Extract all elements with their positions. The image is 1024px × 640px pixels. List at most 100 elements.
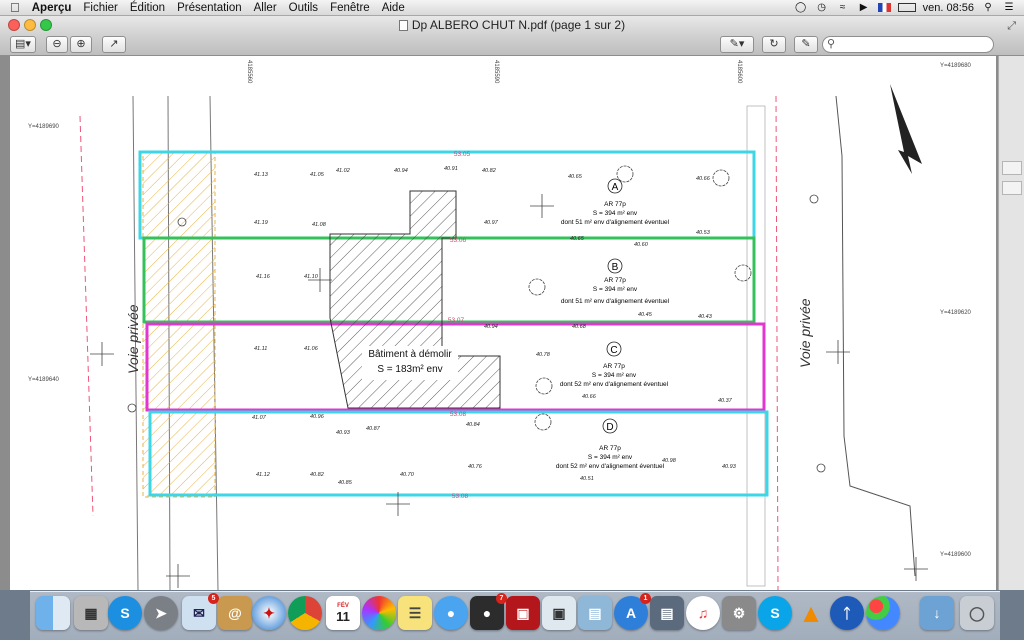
site-plan-drawing: Bâtiment à démolir S = 183m² env Voie pr… <box>28 60 972 590</box>
menu-outils[interactable]: Outils <box>283 0 324 16</box>
rocket-icon[interactable]: ➤ <box>144 596 178 630</box>
svg-text:40.65: 40.65 <box>568 174 583 180</box>
svg-text:41.08: 41.08 <box>312 222 327 228</box>
notification-list-icon[interactable]: ☰ <box>1002 2 1016 14</box>
svg-text:40.84: 40.84 <box>466 422 480 428</box>
close-window-button[interactable] <box>8 19 20 31</box>
zoom-out-button[interactable]: ⊖ <box>46 36 68 53</box>
trash-icon[interactable]: ◯ <box>960 596 994 630</box>
annotate-button[interactable]: ✎▾ <box>720 36 754 53</box>
image-capture-icon[interactable]: ▤ <box>650 596 684 630</box>
launchpad-icon[interactable]: ▦ <box>74 596 108 630</box>
contacts-icon[interactable]: @ <box>218 596 252 630</box>
svg-text:dont 51 m² env d'alignement év: dont 51 m² env d'alignement éventuel <box>561 298 670 305</box>
bluetooth-icon[interactable]: ᛏ <box>830 596 864 630</box>
svg-text:40.66: 40.66 <box>696 176 711 182</box>
svg-text:4185590: 4185590 <box>493 60 499 84</box>
zoom-window-button[interactable] <box>40 19 52 31</box>
svg-text:40.94: 40.94 <box>484 324 498 330</box>
rotate-icon: ↻ <box>769 38 779 50</box>
menu-edition[interactable]: Édition <box>124 0 171 16</box>
menu-fichier[interactable]: Fichier <box>77 0 124 16</box>
document-viewer[interactable]: Bâtiment à démolir S = 183m² env Voie pr… <box>0 56 1024 590</box>
photos-icon[interactable] <box>362 596 396 630</box>
app-store-icon[interactable]: A1 <box>614 593 651 630</box>
sidebar-view-button[interactable]: ▤▾ <box>10 36 36 53</box>
pen-icon: ✎▾ <box>729 38 745 50</box>
shazam-icon[interactable]: S <box>108 596 142 630</box>
svg-text:D: D <box>606 422 613 433</box>
svg-text:40.91: 40.91 <box>444 166 458 172</box>
messages-icon[interactable]: ● <box>434 596 468 630</box>
skype-icon[interactable]: S <box>758 596 792 630</box>
zoom-in-button[interactable]: ⊕ <box>70 36 92 53</box>
right-sidebar <box>998 56 1024 590</box>
svg-text:C: C <box>610 345 617 356</box>
sidebar-icon: ▤▾ <box>15 38 31 50</box>
fullscreen-icon[interactable]: ⤢ <box>1007 17 1016 35</box>
battery-icon[interactable] <box>897 3 916 12</box>
svg-text:40.60: 40.60 <box>634 242 649 248</box>
right-limit-line <box>775 95 779 590</box>
menubar-clock[interactable]: ven. 08:56 <box>923 2 974 14</box>
menu-app-name[interactable]: Aperçu <box>26 0 78 16</box>
photo-booth-icon[interactable]: ▣ <box>506 596 540 630</box>
svg-text:41.12: 41.12 <box>256 472 270 478</box>
sidebar-field-2[interactable] <box>1002 181 1022 195</box>
svg-text:40.94: 40.94 <box>394 168 408 174</box>
svg-text:B: B <box>612 262 619 273</box>
calendar-icon[interactable]: FÉV 11 <box>326 596 360 630</box>
vlc-icon[interactable]: ▲ <box>794 596 828 630</box>
mail-icon[interactable]: ✉ 5 <box>182 593 219 630</box>
sidebar-field-1[interactable] <box>1002 161 1022 175</box>
menu-bar:  Aperçu Fichier Édition Présentation Al… <box>0 0 1024 16</box>
svg-text:53.07: 53.07 <box>448 317 465 324</box>
pdf-page[interactable]: Bâtiment à démolir S = 183m² env Voie pr… <box>10 56 996 590</box>
lot-c-label: C AR 77p S = 394 m² env dont 52 m² env d… <box>560 341 669 388</box>
svg-text:4185560: 4185560 <box>246 60 252 84</box>
lot-a-label: A AR 77p S = 394 m² env dont 51 m² env d… <box>561 178 670 226</box>
itunes-icon[interactable]: ♫ <box>686 596 720 630</box>
svg-text:AR 77p: AR 77p <box>604 277 626 284</box>
game-center-icon[interactable] <box>866 596 900 630</box>
wifi-icon[interactable]: ≈ <box>836 2 850 14</box>
apple-menu-icon[interactable]:  <box>0 0 26 16</box>
system-preferences-icon[interactable]: ⚙ <box>722 596 756 630</box>
svg-text:41.11: 41.11 <box>254 346 267 352</box>
dock: ▦ S ➤ ✉ 5 @ ✦ FÉV 11 ☰ ● ● 7 ▣ ▣ ▤ A1 ▤ ♫ ⚙… <box>30 591 1000 640</box>
pdf-doc-icon <box>398 20 408 31</box>
notes-icon[interactable]: ☰ <box>398 596 432 630</box>
spotlight-search-icon[interactable]: ⚲ <box>981 2 995 14</box>
svg-text:AR 77p: AR 77p <box>603 363 625 370</box>
window-title: Dp ALBERO CHUT N.pdf (page 1 sur 2) <box>411 18 626 32</box>
menu-fenetre[interactable]: Fenêtre <box>324 0 376 16</box>
menu-aide[interactable]: Aide <box>376 0 411 16</box>
menu-presentation[interactable]: Présentation <box>171 0 248 16</box>
time-machine-icon[interactable]: ◯ <box>794 2 808 14</box>
road-label-left: Voie privée <box>125 304 141 374</box>
volume-icon[interactable]: ▶ <box>857 2 871 14</box>
search-field[interactable]: ⚲ <box>822 36 994 53</box>
building-label: Bâtiment à démolir <box>368 349 452 360</box>
share-button[interactable]: ↗ <box>102 36 126 53</box>
finder-icon[interactable] <box>36 596 70 630</box>
rotate-button[interactable]: ↻ <box>762 36 786 53</box>
svg-text:Y=4189600: Y=4189600 <box>940 552 972 558</box>
minimize-window-button[interactable] <box>24 19 36 31</box>
iphoto-icon[interactable]: ▤ <box>578 596 612 630</box>
edit-icon: ✎ <box>801 38 811 50</box>
downloads-stack-icon[interactable]: ↓ <box>920 596 954 630</box>
chrome-icon[interactable] <box>288 596 322 630</box>
svg-text:41.05: 41.05 <box>310 172 325 178</box>
edit-toolbar-button[interactable]: ✎ <box>794 36 818 53</box>
flag-fr-icon[interactable] <box>877 3 891 12</box>
svg-text:40.66: 40.66 <box>582 394 597 400</box>
facetime-icon[interactable]: ● 7 <box>470 593 507 630</box>
clock-icon[interactable]: ◷ <box>815 2 829 14</box>
svg-text:40.93: 40.93 <box>336 430 351 436</box>
svg-text:40.37: 40.37 <box>718 398 733 404</box>
safari-icon[interactable]: ✦ <box>252 596 286 630</box>
menu-aller[interactable]: Aller <box>248 0 283 16</box>
svg-text:53.05: 53.05 <box>454 151 471 158</box>
preview-icon[interactable]: ▣ <box>542 596 576 630</box>
